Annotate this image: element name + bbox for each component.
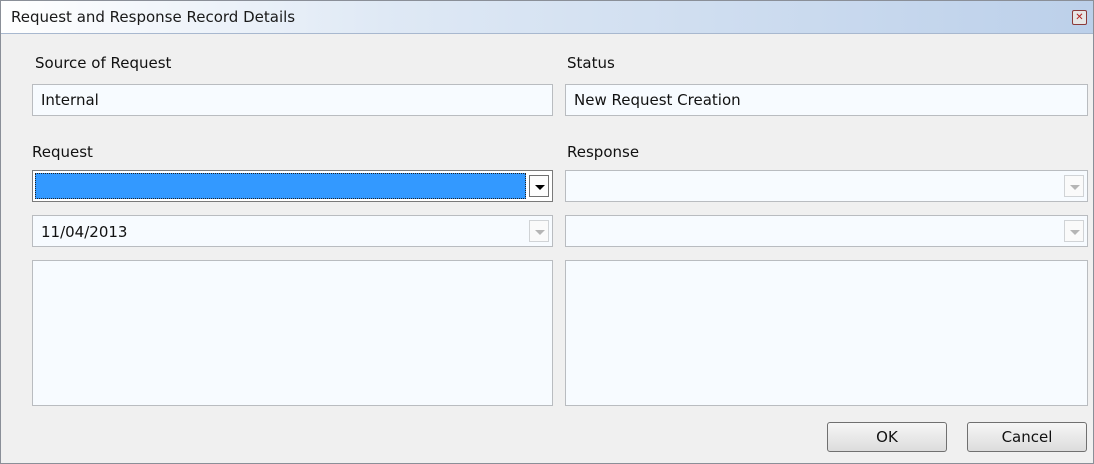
cancel-button[interactable]: Cancel bbox=[967, 422, 1087, 452]
source-label: Source of Request bbox=[35, 54, 172, 72]
response-label: Response bbox=[567, 143, 640, 161]
ok-button[interactable]: OK bbox=[827, 422, 947, 452]
response-notes-textarea[interactable] bbox=[565, 260, 1088, 406]
request-type-dropdown[interactable] bbox=[32, 170, 553, 202]
request-date-value: 11/04/2013 bbox=[41, 223, 128, 241]
response-date-dropdown[interactable] bbox=[565, 215, 1088, 247]
chevron-down-icon[interactable] bbox=[1064, 220, 1084, 242]
chevron-down-icon[interactable] bbox=[529, 220, 549, 242]
status-field[interactable]: New Request Creation bbox=[565, 84, 1088, 116]
chevron-down-icon[interactable] bbox=[1064, 175, 1084, 197]
source-field[interactable]: Internal bbox=[32, 84, 553, 116]
request-date-dropdown[interactable]: 11/04/2013 bbox=[32, 215, 553, 247]
request-label: Request bbox=[32, 143, 93, 161]
chevron-down-icon[interactable] bbox=[529, 175, 549, 197]
close-icon[interactable]: ✕ bbox=[1072, 10, 1087, 25]
window-title: Request and Response Record Details bbox=[11, 8, 296, 26]
status-label: Status bbox=[567, 54, 615, 72]
request-type-selection bbox=[35, 173, 526, 199]
response-type-dropdown[interactable] bbox=[565, 170, 1088, 202]
request-notes-textarea[interactable] bbox=[32, 260, 553, 406]
title-bar: Request and Response Record Details ✕ bbox=[1, 1, 1093, 34]
dialog-window: Request and Response Record Details ✕ So… bbox=[0, 0, 1094, 464]
